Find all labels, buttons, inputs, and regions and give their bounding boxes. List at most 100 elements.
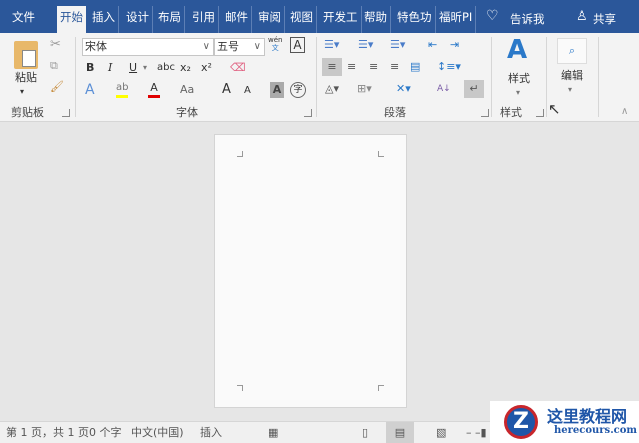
logo-icon: Z [504,405,538,439]
font-size-value: 五号 [217,40,239,53]
margin-corner [378,151,384,157]
macro-icon[interactable]: ▦ [268,422,278,443]
shrink-font-button[interactable]: A [244,82,251,100]
user-add-icon: ♙ [576,9,588,24]
tab-home[interactable]: 开始 [57,6,86,33]
tab-insert[interactable]: 插入 [89,6,119,33]
watermark-cn: 这里教程网 [547,407,628,426]
read-mode-icon[interactable]: ▯ [362,422,368,443]
underline-dropdown[interactable]: ▾ [143,59,147,77]
zoom-slider[interactable]: – –▮ [466,422,487,443]
bold-button[interactable]: B [86,59,94,77]
borders-button[interactable]: ⊞▾ [357,80,372,98]
paste-dropdown[interactable]: ▾ [20,83,24,101]
tab-help[interactable]: 帮助 [361,6,391,33]
tab-special[interactable]: 特色功 [394,6,436,33]
grow-font-button[interactable]: A [222,81,231,99]
tab-view[interactable]: 视图 [287,6,317,33]
enclose-char-button[interactable]: 字 [290,82,306,98]
group-label-clipboard: 剪贴板 [11,106,44,119]
char-border-button[interactable]: A [290,37,305,53]
tab-references[interactable]: 引用 [189,6,219,33]
italic-button[interactable]: I [108,59,112,77]
distributed-button[interactable]: ▤ [410,58,420,76]
font-size-select[interactable]: 五号 ∨ [214,38,265,56]
tab-file[interactable]: 文件 [9,6,38,33]
align-left-button[interactable]: ≡ [322,58,342,76]
share-button[interactable]: 共享 [593,11,616,27]
clipboard-launcher[interactable]: . [62,109,70,117]
chevron-down-icon: ∨ [202,41,210,52]
decrease-indent-button[interactable]: ⇤ [428,36,437,54]
collapse-ribbon-icon[interactable]: ∧ [621,103,628,121]
insert-mode[interactable]: 插入 [200,422,222,443]
line-spacing-button[interactable]: ↕≡▾ [437,58,461,76]
phonetic-guide-button[interactable]: wén 文 [268,36,282,52]
tab-mailings[interactable]: 邮件 [222,6,252,33]
increase-indent-button[interactable]: ⇥ [450,36,459,54]
margin-corner [237,151,243,157]
divider [546,37,547,117]
editing-dropdown[interactable]: ▾ [568,81,572,99]
bullets-button[interactable]: ☰▾ [324,36,339,54]
underline-button[interactable]: U [129,59,137,77]
divider [491,37,492,117]
styles-icon: A [507,35,528,65]
group-label-styles: 样式 [500,106,522,119]
tab-review[interactable]: 审阅 [255,6,285,33]
char-shading-button[interactable]: A [270,82,284,98]
multilevel-list-button[interactable]: ☰▾ [390,36,405,54]
subscript-button[interactable]: x₂ [180,59,191,77]
highlight-button[interactable]: ab [116,81,129,98]
margin-corner [378,385,384,391]
justify-button[interactable]: ≡ [390,58,399,76]
divider [316,37,317,117]
group-label-font: 字体 [176,106,198,119]
ribbon-tab-bar: 文件 开始 插入 设计 布局 引用 邮件 审阅 视图 开发工 帮助 特色功 福昕… [0,0,639,33]
cut-icon[interactable]: ✂ [50,36,61,54]
web-layout-icon[interactable]: ▧ [436,422,446,443]
text-effect-button[interactable]: A [85,81,95,99]
tab-layout[interactable]: 布局 [155,6,185,33]
align-right-button[interactable]: ≡ [369,58,378,76]
tab-developer[interactable]: 开发工 [320,6,362,33]
search-icon[interactable]: ⌕ [557,38,587,64]
tab-design[interactable]: 设计 [123,6,153,33]
margin-corner [237,385,243,391]
language[interactable]: 中文(中国) [131,422,184,443]
watermark-logo: Z 这里教程网 herecours.com [490,401,639,443]
show-marks-button[interactable]: ↵ [464,80,484,98]
change-case-button[interactable]: Aa [180,81,194,99]
shading-button[interactable]: ◬▾ [325,80,339,98]
clear-formatting-icon[interactable]: ⌫ [230,59,246,77]
strikethrough-button[interactable]: abc [157,59,175,77]
mouse-cursor-icon: ↖ [548,100,561,118]
paste-button[interactable]: 粘贴 [10,69,42,87]
format-painter-icon[interactable]: 🖌 [50,78,64,96]
sort-button[interactable]: A↓ [437,80,451,98]
tab-foxit[interactable]: 福昕PI [436,6,477,33]
phonetic-char: 文 [271,44,279,52]
lightbulb-icon: ♡ [486,8,499,24]
numbering-button[interactable]: ☰▾ [358,36,373,54]
print-layout-icon[interactable]: ▤ [386,422,414,443]
styles-launcher[interactable]: . [536,109,544,117]
font-launcher[interactable]: . [304,109,312,117]
paste-icon [14,41,38,69]
page-count[interactable]: 第 1 页，共 1 页 [6,422,89,443]
align-center-button[interactable]: ≡ [347,58,356,76]
styles-dropdown[interactable]: ▾ [516,84,520,102]
copy-icon[interactable]: ⧉ [50,57,58,75]
font-name-select[interactable]: 宋体 ∨ [82,38,214,56]
paragraph-launcher[interactable]: . [481,109,489,117]
group-label-paragraph: 段落 [384,106,406,119]
superscript-button[interactable]: x² [201,59,212,77]
chinese-layout-button[interactable]: ✕▾ [396,80,411,98]
word-count[interactable]: 0 个字 [89,422,122,443]
font-color-button[interactable]: A [148,81,160,98]
font-name-value: 宋体 [85,40,107,53]
chevron-down-icon: ∨ [253,41,261,52]
document-page[interactable] [214,134,407,408]
ribbon-home: 粘贴 ▾ ✂ ⧉ 🖌 剪贴板 . 宋体∨ 五号∨ wén文 A B I U ▾ … [0,33,639,122]
tell-me-button[interactable]: 告诉我 [510,11,545,27]
